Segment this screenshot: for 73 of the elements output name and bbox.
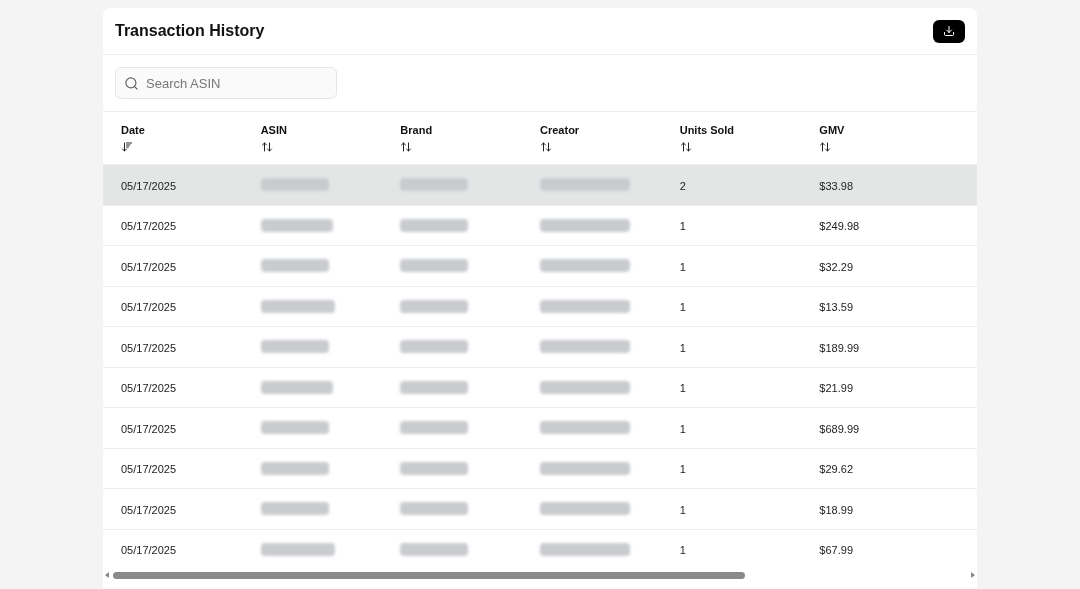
- column-header: Creator: [540, 123, 581, 138]
- table-cell: $21.99: [819, 382, 853, 395]
- blurred-text: [400, 218, 469, 232]
- download-icon: [943, 25, 955, 37]
- blurred-text: [260, 421, 329, 435]
- sort-descending-icon: [121, 140, 133, 153]
- table-cell: $18.99: [819, 503, 853, 516]
- table-cell: 1: [679, 220, 686, 233]
- table-cell: 05/17/2025: [121, 341, 177, 354]
- table-cell: 1: [679, 503, 686, 516]
- table-cell: 2: [679, 179, 686, 192]
- scrollbar-thumb[interactable]: [113, 571, 745, 579]
- column-header: GMV: [819, 123, 846, 138]
- table-cell: 05/17/2025: [121, 382, 177, 395]
- sort-button[interactable]: [260, 140, 273, 153]
- table-cell: 1: [679, 341, 686, 354]
- search-icon: [124, 76, 139, 91]
- column-header: Brand: [400, 123, 434, 138]
- blurred-text: [400, 502, 469, 516]
- table-cell: 05/17/2025: [121, 503, 177, 516]
- blurred-text: [260, 461, 329, 475]
- table-cell: 05/17/2025: [121, 179, 177, 192]
- table-cell: 05/17/2025: [121, 463, 177, 476]
- blurred-text: [260, 259, 329, 273]
- scroll-left-icon: [105, 572, 109, 578]
- blurred-text: [400, 178, 469, 192]
- column-header: Date: [121, 123, 146, 138]
- table-cell: $67.99: [819, 544, 853, 557]
- table-cell: $13.59: [819, 301, 853, 314]
- table-cell: $689.99: [819, 422, 860, 435]
- table-cell: 1: [679, 301, 686, 314]
- table-cell: 05/17/2025: [121, 220, 177, 233]
- scroll-right-icon: [971, 572, 975, 578]
- blurred-text: [400, 259, 469, 273]
- sort-icon: [260, 140, 273, 153]
- table-cell: 1: [679, 382, 686, 395]
- blurred-text: [400, 380, 469, 394]
- blurred-text: [400, 421, 469, 435]
- sort-button[interactable]: [819, 140, 832, 153]
- download-button[interactable]: [933, 19, 965, 43]
- column-header: Units Sold: [679, 123, 736, 138]
- table-cell: $32.29: [819, 260, 853, 273]
- table-cell: $249.98: [819, 220, 860, 233]
- card-title: Transaction History: [115, 21, 265, 41]
- table-cell: $189.99: [819, 341, 860, 354]
- table-cell: 1: [679, 544, 686, 557]
- blurred-text: [260, 502, 329, 516]
- table-cell: 1: [679, 422, 686, 435]
- table-cell: 05/17/2025: [121, 422, 177, 435]
- blurred-text: [260, 178, 329, 192]
- blurred-text: [400, 340, 469, 354]
- sort-icon: [400, 140, 413, 153]
- table-cell: 1: [679, 260, 686, 273]
- table-cell: 1: [679, 463, 686, 476]
- blurred-text: [260, 340, 329, 354]
- search-field[interactable]: Search ASIN: [115, 67, 337, 99]
- sort-button[interactable]: [400, 140, 413, 153]
- table-row[interactable]: 05/17/2025 2 $33.98: [103, 164, 977, 205]
- sort-button[interactable]: [540, 140, 552, 153]
- sort-icon: [540, 140, 552, 153]
- table-cell: $29.62: [819, 463, 853, 476]
- sort-button[interactable]: [121, 140, 133, 153]
- column-header: ASIN: [260, 123, 288, 138]
- blurred-text: [400, 461, 469, 475]
- sort-icon: [819, 140, 832, 153]
- table-cell: 05/17/2025: [121, 301, 177, 314]
- blurred-text: [400, 542, 469, 556]
- table-cell: $33.98: [819, 179, 853, 192]
- sort-icon: [679, 140, 692, 153]
- sort-button[interactable]: [679, 140, 692, 153]
- table-cell: 05/17/2025: [121, 544, 177, 557]
- table-cell: 05/17/2025: [121, 260, 177, 273]
- blurred-text: [400, 299, 469, 313]
